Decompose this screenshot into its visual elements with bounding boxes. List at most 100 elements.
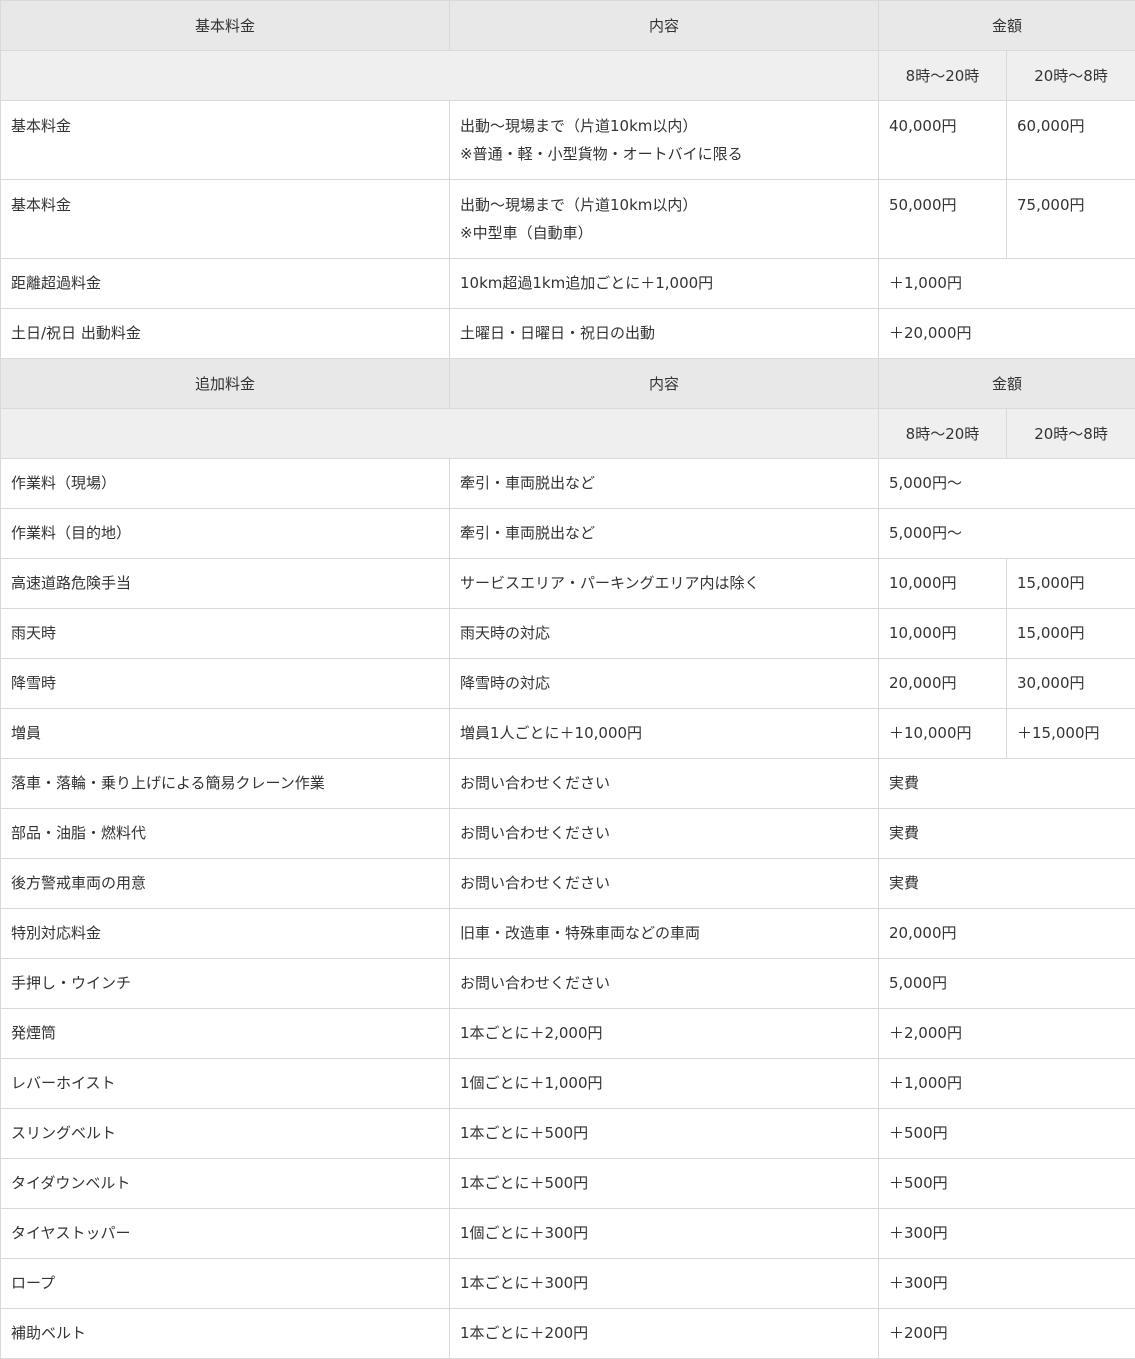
table-row: 落車・落輪・乗り上げによる簡易クレーン作業お問い合わせください実費	[1, 759, 1135, 809]
table-row: 雨天時雨天時の対応10,000円15,000円	[1, 609, 1135, 659]
row-item: 特別対応料金	[1, 909, 450, 959]
row-content: 1本ごとに＋2,000円	[450, 1009, 879, 1059]
table-row: 高速道路危険手当サービスエリア・パーキングエリア内は除く10,000円15,00…	[1, 559, 1135, 609]
row-night-amount: 75,000円	[1007, 180, 1135, 259]
row-content: 牽引・車両脱出など	[450, 459, 879, 509]
additional-time-spacer	[1, 409, 879, 459]
row-item: 高速道路危険手当	[1, 559, 450, 609]
row-item: 落車・落輪・乗り上げによる簡易クレーン作業	[1, 759, 450, 809]
row-night-amount: 15,000円	[1007, 559, 1135, 609]
table-row: 基本料金 出動〜現場まで（片道10km以内） ※中型車（自動車） 50,000円…	[1, 180, 1135, 259]
table-row: タイヤストッパー1個ごとに＋300円＋300円	[1, 1209, 1135, 1259]
basic-header-amount: 金額	[879, 1, 1135, 51]
row-amount: ＋200円	[879, 1309, 1135, 1359]
price-table-body: 基本料金 内容 金額 8時〜20時 20時〜8時 基本料金 出動〜現場まで（片道…	[1, 1, 1135, 1359]
row-content: 牽引・車両脱出など	[450, 509, 879, 559]
row-item: 後方警戒車両の用意	[1, 859, 450, 909]
row-item: 雨天時	[1, 609, 450, 659]
row-amount: ＋300円	[879, 1259, 1135, 1309]
table-row: 土日/祝日 出動料金 土曜日・日曜日・祝日の出動 ＋20,000円	[1, 309, 1135, 359]
table-row: 発煙筒1本ごとに＋2,000円＋2,000円	[1, 1009, 1135, 1059]
row-content: 1本ごとに＋200円	[450, 1309, 879, 1359]
row-day-amount: 40,000円	[879, 101, 1007, 180]
row-amount: 実費	[879, 859, 1135, 909]
row-content: 増員1人ごとに＋10,000円	[450, 709, 879, 759]
additional-time-night: 20時〜8時	[1007, 409, 1135, 459]
table-row: 補助ベルト1本ごとに＋200円＋200円	[1, 1309, 1135, 1359]
row-amount: ＋500円	[879, 1109, 1135, 1159]
row-content: 旧車・改造車・特殊車両などの車両	[450, 909, 879, 959]
row-night-amount: 30,000円	[1007, 659, 1135, 709]
row-item: スリングベルト	[1, 1109, 450, 1159]
additional-header-content: 内容	[450, 359, 879, 409]
table-row: 部品・油脂・燃料代お問い合わせください実費	[1, 809, 1135, 859]
table-row: ロープ1本ごとに＋300円＋300円	[1, 1259, 1135, 1309]
additional-header-item: 追加料金	[1, 359, 450, 409]
row-item: レバーホイスト	[1, 1059, 450, 1109]
basic-time-night: 20時〜8時	[1007, 51, 1135, 101]
row-content-note: ※普通・軽・小型貨物・オートバイに限る	[460, 140, 868, 168]
table-row: 作業料（現場）牽引・車両脱出など5,000円〜	[1, 459, 1135, 509]
row-content: 1本ごとに＋500円	[450, 1109, 879, 1159]
table-row: 手押し・ウインチお問い合わせください5,000円	[1, 959, 1135, 1009]
row-day-amount: 50,000円	[879, 180, 1007, 259]
table-row: スリングベルト1本ごとに＋500円＋500円	[1, 1109, 1135, 1159]
row-amount: 5,000円〜	[879, 509, 1135, 559]
basic-header-item: 基本料金	[1, 1, 450, 51]
basic-header-row: 基本料金 内容 金額	[1, 1, 1135, 51]
row-item: 手押し・ウインチ	[1, 959, 450, 1009]
row-amount: 5,000円	[879, 959, 1135, 1009]
row-item: 作業料（現場）	[1, 459, 450, 509]
row-content: 10km超過1km追加ごとに＋1,000円	[450, 259, 879, 309]
row-day-amount: 10,000円	[879, 559, 1007, 609]
row-amount: ＋2,000円	[879, 1009, 1135, 1059]
table-row: 特別対応料金旧車・改造車・特殊車両などの車両20,000円	[1, 909, 1135, 959]
row-item: 基本料金	[1, 101, 450, 180]
row-item: 部品・油脂・燃料代	[1, 809, 450, 859]
table-row: レバーホイスト1個ごとに＋1,000円＋1,000円	[1, 1059, 1135, 1109]
row-content: 出動〜現場まで（片道10km以内） ※中型車（自動車）	[450, 180, 879, 259]
row-day-amount: ＋10,000円	[879, 709, 1007, 759]
basic-header-content: 内容	[450, 1, 879, 51]
row-item: 発煙筒	[1, 1009, 450, 1059]
row-content: 1個ごとに＋300円	[450, 1209, 879, 1259]
row-item: 補助ベルト	[1, 1309, 450, 1359]
row-content: お問い合わせください	[450, 759, 879, 809]
row-content: サービスエリア・パーキングエリア内は除く	[450, 559, 879, 609]
row-content: お問い合わせください	[450, 809, 879, 859]
row-content: 1本ごとに＋300円	[450, 1259, 879, 1309]
row-content: 降雪時の対応	[450, 659, 879, 709]
row-content-note: ※中型車（自動車）	[460, 219, 868, 247]
row-amount: ＋1,000円	[879, 1059, 1135, 1109]
additional-header-row: 追加料金 内容 金額	[1, 359, 1135, 409]
row-item: 降雪時	[1, 659, 450, 709]
row-item: 土日/祝日 出動料金	[1, 309, 450, 359]
row-content: 1個ごとに＋1,000円	[450, 1059, 879, 1109]
additional-header-amount: 金額	[879, 359, 1135, 409]
row-day-amount: 20,000円	[879, 659, 1007, 709]
row-content: 雨天時の対応	[450, 609, 879, 659]
row-amount: 実費	[879, 809, 1135, 859]
row-item: 増員	[1, 709, 450, 759]
row-item: タイヤストッパー	[1, 1209, 450, 1259]
row-content-main: 出動〜現場まで（片道10km以内）	[460, 191, 868, 219]
row-item: 基本料金	[1, 180, 450, 259]
row-item: ロープ	[1, 1259, 450, 1309]
table-row: 基本料金 出動〜現場まで（片道10km以内） ※普通・軽・小型貨物・オートバイに…	[1, 101, 1135, 180]
table-row: 後方警戒車両の用意お問い合わせください実費	[1, 859, 1135, 909]
table-row: 増員増員1人ごとに＋10,000円＋10,000円＋15,000円	[1, 709, 1135, 759]
row-amount: 実費	[879, 759, 1135, 809]
price-table: 基本料金 内容 金額 8時〜20時 20時〜8時 基本料金 出動〜現場まで（片道…	[0, 0, 1135, 1359]
row-item: タイダウンベルト	[1, 1159, 450, 1209]
table-row: 距離超過料金 10km超過1km追加ごとに＋1,000円 ＋1,000円	[1, 259, 1135, 309]
row-amount: ＋20,000円	[879, 309, 1135, 359]
row-content: 1本ごとに＋500円	[450, 1159, 879, 1209]
row-content: お問い合わせください	[450, 859, 879, 909]
additional-time-day: 8時〜20時	[879, 409, 1007, 459]
table-row: タイダウンベルト1本ごとに＋500円＋500円	[1, 1159, 1135, 1209]
row-day-amount: 10,000円	[879, 609, 1007, 659]
row-amount: ＋300円	[879, 1209, 1135, 1259]
row-content: 出動〜現場まで（片道10km以内） ※普通・軽・小型貨物・オートバイに限る	[450, 101, 879, 180]
basic-time-day: 8時〜20時	[879, 51, 1007, 101]
row-amount: 5,000円〜	[879, 459, 1135, 509]
